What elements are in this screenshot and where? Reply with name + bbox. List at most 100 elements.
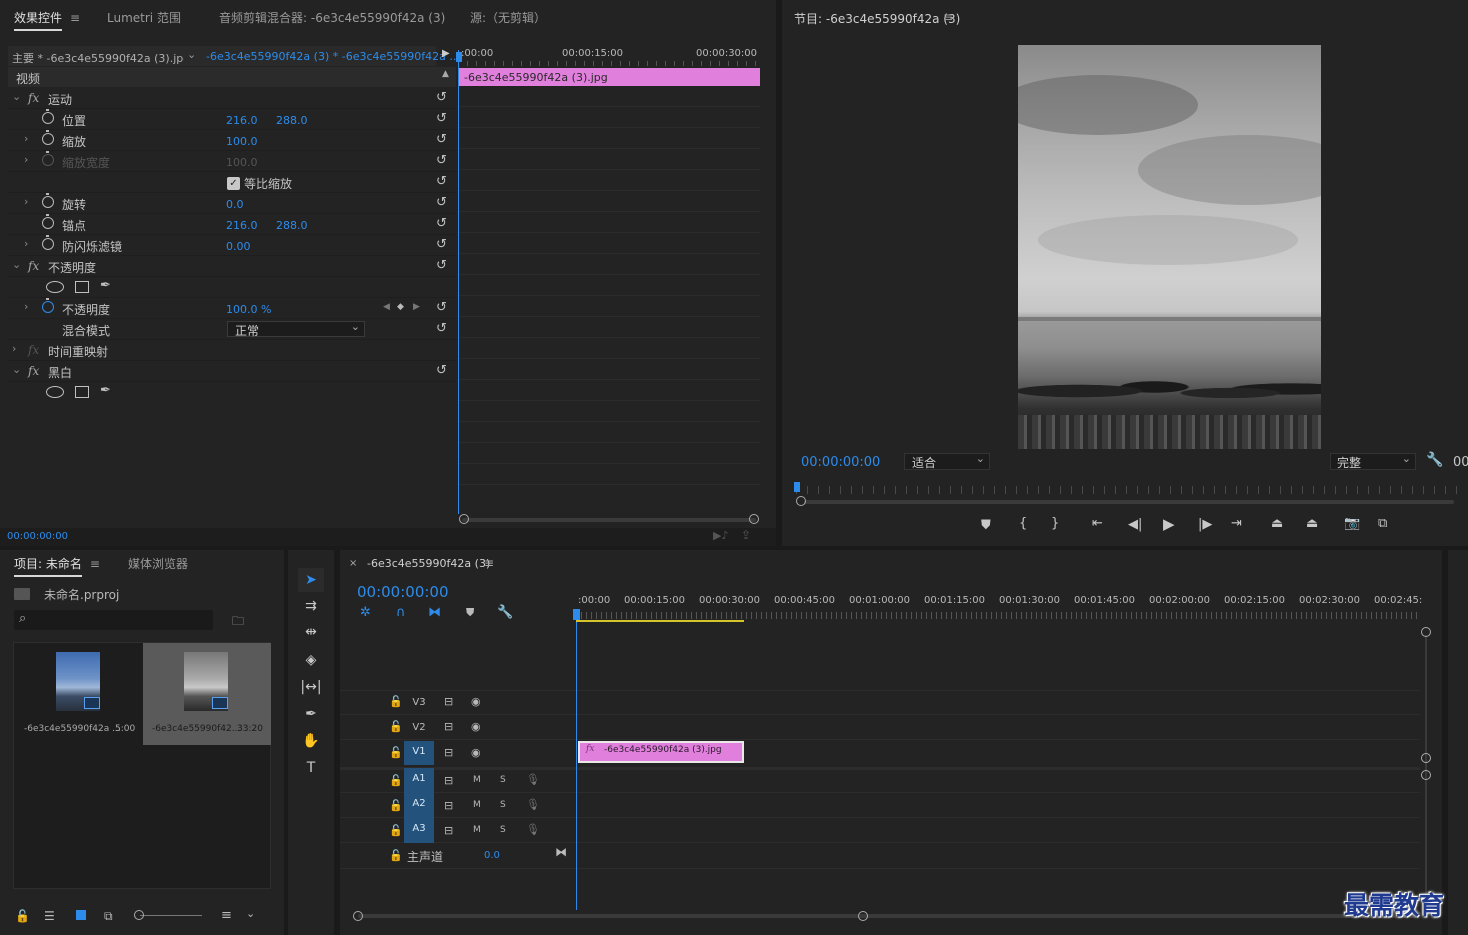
- ec-row-motion[interactable]: ⌄ fx 运动 ↺: [8, 88, 456, 109]
- lock-icon[interactable]: 🔓: [15, 909, 30, 923]
- play-triangle-icon[interactable]: ▶: [442, 48, 450, 59]
- add-marker-icon[interactable]: ⛊: [466, 606, 474, 620]
- stopwatch-icon[interactable]: [42, 235, 54, 250]
- ec-scroll-handle-right[interactable]: [749, 514, 759, 524]
- program-zoom-handle[interactable]: [796, 496, 806, 506]
- sync-lock-icon[interactable]: ⊟: [444, 720, 453, 733]
- prev-keyframe-icon[interactable]: ◀: [383, 302, 390, 312]
- mark-out-icon[interactable]: }: [1051, 516, 1059, 531]
- ec-row-opacity-group[interactable]: ⌄ fx 不透明度 ↺: [8, 256, 456, 277]
- type-tool[interactable]: T: [298, 756, 324, 780]
- position-x-value[interactable]: 216.0: [226, 114, 258, 127]
- zoom-slider[interactable]: [140, 915, 202, 916]
- eye-icon[interactable]: ◉: [471, 695, 481, 708]
- hscroll-handle-left[interactable]: [353, 911, 363, 921]
- timeline-tab[interactable]: -6e3c4e55990f42a (3): [367, 557, 490, 570]
- chevron-right-icon[interactable]: ›: [24, 132, 28, 145]
- rectangle-mask-icon[interactable]: [75, 281, 89, 293]
- lock-icon[interactable]: 🔓: [389, 746, 403, 759]
- chevron-right-icon[interactable]: ›: [12, 342, 16, 355]
- lock-icon[interactable]: 🔓: [389, 720, 403, 733]
- chevron-down-icon[interactable]: ⌄: [12, 90, 21, 103]
- anchor-x-value[interactable]: 216.0: [226, 219, 258, 232]
- scale-value[interactable]: 100.0: [226, 135, 258, 148]
- reset-icon[interactable]: ↺: [436, 174, 447, 189]
- lift-icon[interactable]: ⏏: [1271, 516, 1283, 531]
- sync-lock-icon[interactable]: ⊟: [444, 824, 453, 837]
- uniform-scale-checkbox[interactable]: ✓: [227, 177, 240, 190]
- add-keyframe-icon[interactable]: ◆: [397, 302, 404, 312]
- stopwatch-icon[interactable]: [42, 109, 54, 124]
- project-item-selected[interactable]: -6e3c4e55990f42... 33:20: [143, 643, 271, 745]
- track-select-tool[interactable]: ⇉: [298, 594, 324, 618]
- mini-playhead[interactable]: [458, 50, 459, 514]
- ec-scrollbar[interactable]: [462, 518, 756, 522]
- selection-tool[interactable]: ➤: [298, 568, 324, 592]
- stopwatch-icon[interactable]: [42, 130, 54, 145]
- play-icon[interactable]: ▶: [1163, 515, 1175, 533]
- stopwatch-active-icon[interactable]: [42, 298, 54, 313]
- program-playhead[interactable]: [794, 482, 800, 492]
- panel-menu-icon[interactable]: ≡: [70, 11, 80, 25]
- extract-icon[interactable]: ⏏: [1306, 516, 1318, 531]
- program-ruler[interactable]: [796, 486, 1462, 494]
- sort-icon[interactable]: ≡: [221, 908, 232, 923]
- pen-mask-icon[interactable]: ✒: [100, 383, 111, 398]
- reset-icon[interactable]: ↺: [436, 90, 447, 105]
- ellipse-mask-icon[interactable]: [46, 281, 64, 293]
- reset-icon[interactable]: ↺: [436, 321, 447, 336]
- chevron-right-icon[interactable]: ›: [24, 153, 28, 166]
- program-right-timecode[interactable]: 00: [1453, 455, 1468, 470]
- export-icon[interactable]: ⇪: [741, 528, 751, 542]
- pen-tool[interactable]: ✒: [298, 702, 324, 726]
- reset-icon[interactable]: ↺: [436, 258, 447, 273]
- blend-mode-dropdown[interactable]: 正常 ⌄: [227, 320, 365, 338]
- slip-tool[interactable]: |↔|: [298, 675, 324, 699]
- chevron-right-icon[interactable]: ›: [24, 195, 28, 208]
- reset-icon[interactable]: ↺: [436, 216, 447, 231]
- magnet-icon[interactable]: ∩: [396, 605, 406, 620]
- program-zoom-bar[interactable]: [804, 500, 1454, 504]
- freeform-view-icon[interactable]: ⧉: [104, 909, 113, 924]
- eye-icon[interactable]: ◉: [471, 746, 481, 759]
- timeline-timecode[interactable]: 00:00:00:00: [357, 583, 449, 601]
- ellipse-mask-icon[interactable]: [46, 386, 64, 398]
- pen-mask-icon[interactable]: ✒: [100, 278, 111, 293]
- new-bin-icon[interactable]: 🗀: [232, 612, 244, 633]
- chevron-right-icon[interactable]: ›: [24, 237, 28, 250]
- solo-button[interactable]: S: [500, 825, 506, 835]
- vscroll-handle[interactable]: [1421, 627, 1431, 637]
- sync-lock-icon[interactable]: ⊟: [444, 746, 453, 759]
- next-keyframe-icon[interactable]: ▶: [413, 302, 420, 312]
- collapse-up-icon[interactable]: ▲: [442, 69, 449, 79]
- rotation-value[interactable]: 0.0: [226, 198, 244, 211]
- sync-lock-icon[interactable]: ⊟: [444, 774, 453, 787]
- go-to-in-icon[interactable]: ⇤: [1092, 516, 1103, 531]
- mark-in-icon[interactable]: {: [1019, 516, 1027, 531]
- go-to-out-icon[interactable]: ⇥: [1231, 516, 1242, 531]
- mini-clip-bar[interactable]: -6e3c4e55990f42a (3).jpg: [458, 68, 760, 86]
- reset-icon[interactable]: ↺: [436, 111, 447, 126]
- wrench-icon[interactable]: 🔧: [1426, 452, 1443, 468]
- program-timecode[interactable]: 00:00:00:00: [801, 455, 880, 470]
- microphone-icon[interactable]: 🎙: [526, 773, 540, 786]
- ec-row-black-white[interactable]: ⌄ fx 黑白 ↺: [8, 361, 456, 382]
- icon-view-icon[interactable]: [76, 910, 86, 920]
- list-view-icon[interactable]: ☰: [44, 909, 55, 923]
- hand-tool[interactable]: ✋: [298, 729, 324, 753]
- panel-menu-icon[interactable]: ≡: [90, 557, 100, 571]
- work-area-bar[interactable]: [576, 620, 744, 622]
- reset-icon[interactable]: ↺: [436, 195, 447, 210]
- flicker-value[interactable]: 0.00: [226, 240, 251, 253]
- tab-media-browser[interactable]: 媒体浏览器: [128, 555, 188, 572]
- close-icon[interactable]: ×: [349, 558, 357, 569]
- export-frame-icon[interactable]: 📷: [1344, 516, 1360, 531]
- sync-lock-icon[interactable]: ⊟: [444, 799, 453, 812]
- stopwatch-icon[interactable]: [42, 193, 54, 208]
- timeline-clip-v1[interactable]: fx -6e3c4e55990f42a (3).jpg: [578, 741, 744, 763]
- eye-icon[interactable]: ◉: [471, 720, 481, 733]
- vscroll-handle[interactable]: [1421, 770, 1431, 780]
- microphone-icon[interactable]: 🎙: [526, 823, 540, 836]
- microphone-icon[interactable]: 🎙: [526, 798, 540, 811]
- reset-icon[interactable]: ↺: [436, 132, 447, 147]
